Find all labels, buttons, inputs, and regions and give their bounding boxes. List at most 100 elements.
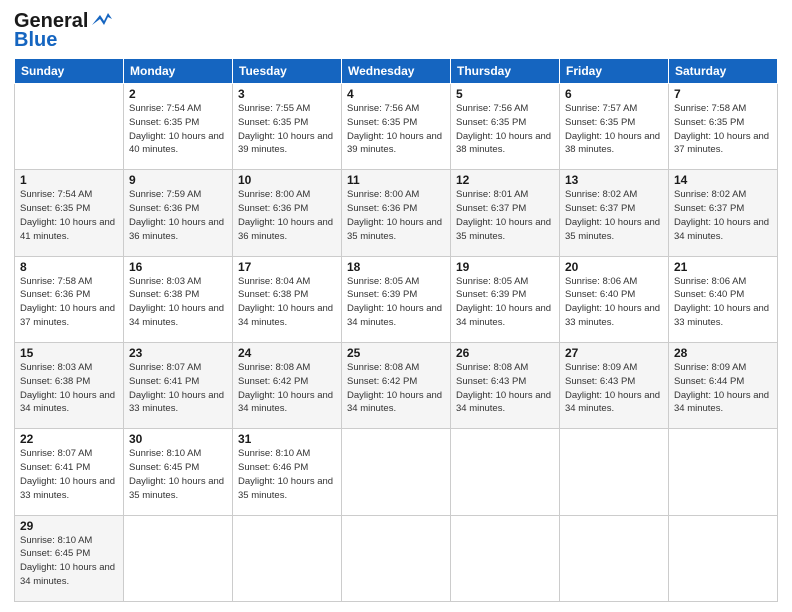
calendar-cell: 3 Sunrise: 7:55 AMSunset: 6:35 PMDayligh… [233,84,342,170]
day-number: 1 [20,173,118,187]
day-info: Sunrise: 8:06 AMSunset: 6:40 PMDaylight:… [674,276,769,328]
day-info: Sunrise: 8:10 AMSunset: 6:45 PMDaylight:… [20,535,115,587]
day-info: Sunrise: 8:08 AMSunset: 6:43 PMDaylight:… [456,362,551,414]
day-number: 23 [129,346,227,360]
day-number: 31 [238,432,336,446]
day-info: Sunrise: 7:58 AMSunset: 6:36 PMDaylight:… [20,276,115,328]
calendar: SundayMondayTuesdayWednesdayThursdayFrid… [14,58,778,602]
day-number: 29 [20,519,118,533]
day-number: 27 [565,346,663,360]
calendar-cell: 25 Sunrise: 8:08 AMSunset: 6:42 PMDaylig… [342,342,451,428]
calendar-cell: 17 Sunrise: 8:04 AMSunset: 6:38 PMDaylig… [233,256,342,342]
day-number: 17 [238,260,336,274]
day-number: 3 [238,87,336,101]
calendar-cell: 22 Sunrise: 8:07 AMSunset: 6:41 PMDaylig… [15,429,124,515]
calendar-cell: 20 Sunrise: 8:06 AMSunset: 6:40 PMDaylig… [560,256,669,342]
col-header-sunday: Sunday [15,59,124,84]
day-number: 12 [456,173,554,187]
day-number: 11 [347,173,445,187]
col-header-wednesday: Wednesday [342,59,451,84]
day-number: 9 [129,173,227,187]
day-info: Sunrise: 8:04 AMSunset: 6:38 PMDaylight:… [238,276,333,328]
day-number: 25 [347,346,445,360]
calendar-cell [342,515,451,601]
day-number: 28 [674,346,772,360]
calendar-cell: 23 Sunrise: 8:07 AMSunset: 6:41 PMDaylig… [124,342,233,428]
calendar-cell [560,429,669,515]
calendar-cell: 7 Sunrise: 7:58 AMSunset: 6:35 PMDayligh… [669,84,778,170]
day-number: 2 [129,87,227,101]
calendar-cell: 16 Sunrise: 8:03 AMSunset: 6:38 PMDaylig… [124,256,233,342]
calendar-cell: 26 Sunrise: 8:08 AMSunset: 6:43 PMDaylig… [451,342,560,428]
day-info: Sunrise: 8:05 AMSunset: 6:39 PMDaylight:… [456,276,551,328]
day-number: 14 [674,173,772,187]
day-info: Sunrise: 8:00 AMSunset: 6:36 PMDaylight:… [238,189,333,241]
calendar-cell: 28 Sunrise: 8:09 AMSunset: 6:44 PMDaylig… [669,342,778,428]
logo: General Blue [14,10,112,52]
calendar-cell: 12 Sunrise: 8:01 AMSunset: 6:37 PMDaylig… [451,170,560,256]
day-info: Sunrise: 8:01 AMSunset: 6:37 PMDaylight:… [456,189,551,241]
day-number: 19 [456,260,554,274]
calendar-cell: 14 Sunrise: 8:02 AMSunset: 6:37 PMDaylig… [669,170,778,256]
calendar-cell [669,429,778,515]
col-header-saturday: Saturday [669,59,778,84]
day-info: Sunrise: 8:07 AMSunset: 6:41 PMDaylight:… [20,448,115,500]
day-info: Sunrise: 8:02 AMSunset: 6:37 PMDaylight:… [674,189,769,241]
day-number: 18 [347,260,445,274]
day-number: 10 [238,173,336,187]
calendar-cell: 13 Sunrise: 8:02 AMSunset: 6:37 PMDaylig… [560,170,669,256]
calendar-cell: 30 Sunrise: 8:10 AMSunset: 6:45 PMDaylig… [124,429,233,515]
calendar-cell: 27 Sunrise: 8:09 AMSunset: 6:43 PMDaylig… [560,342,669,428]
day-info: Sunrise: 8:07 AMSunset: 6:41 PMDaylight:… [129,362,224,414]
calendar-cell: 19 Sunrise: 8:05 AMSunset: 6:39 PMDaylig… [451,256,560,342]
day-info: Sunrise: 8:09 AMSunset: 6:43 PMDaylight:… [565,362,660,414]
day-info: Sunrise: 8:03 AMSunset: 6:38 PMDaylight:… [20,362,115,414]
day-number: 4 [347,87,445,101]
day-info: Sunrise: 7:58 AMSunset: 6:35 PMDaylight:… [674,103,769,155]
calendar-cell: 31 Sunrise: 8:10 AMSunset: 6:46 PMDaylig… [233,429,342,515]
day-info: Sunrise: 7:56 AMSunset: 6:35 PMDaylight:… [347,103,442,155]
day-info: Sunrise: 7:56 AMSunset: 6:35 PMDaylight:… [456,103,551,155]
day-info: Sunrise: 8:09 AMSunset: 6:44 PMDaylight:… [674,362,769,414]
day-info: Sunrise: 8:10 AMSunset: 6:46 PMDaylight:… [238,448,333,500]
calendar-cell: 4 Sunrise: 7:56 AMSunset: 6:35 PMDayligh… [342,84,451,170]
day-info: Sunrise: 8:08 AMSunset: 6:42 PMDaylight:… [347,362,442,414]
day-number: 8 [20,260,118,274]
day-number: 15 [20,346,118,360]
logo-bird-icon [90,11,112,29]
day-info: Sunrise: 8:00 AMSunset: 6:36 PMDaylight:… [347,189,442,241]
logo-blue-text: Blue [14,29,57,52]
calendar-cell: 21 Sunrise: 8:06 AMSunset: 6:40 PMDaylig… [669,256,778,342]
calendar-cell: 2 Sunrise: 7:54 AMSunset: 6:35 PMDayligh… [124,84,233,170]
day-number: 5 [456,87,554,101]
col-header-friday: Friday [560,59,669,84]
calendar-cell [669,515,778,601]
day-number: 6 [565,87,663,101]
calendar-cell: 15 Sunrise: 8:03 AMSunset: 6:38 PMDaylig… [15,342,124,428]
day-info: Sunrise: 7:59 AMSunset: 6:36 PMDaylight:… [129,189,224,241]
col-header-thursday: Thursday [451,59,560,84]
calendar-cell [124,515,233,601]
day-number: 24 [238,346,336,360]
day-info: Sunrise: 8:03 AMSunset: 6:38 PMDaylight:… [129,276,224,328]
day-info: Sunrise: 8:10 AMSunset: 6:45 PMDaylight:… [129,448,224,500]
calendar-cell: 18 Sunrise: 8:05 AMSunset: 6:39 PMDaylig… [342,256,451,342]
day-info: Sunrise: 8:06 AMSunset: 6:40 PMDaylight:… [565,276,660,328]
calendar-cell: 6 Sunrise: 7:57 AMSunset: 6:35 PMDayligh… [560,84,669,170]
day-number: 13 [565,173,663,187]
calendar-cell [233,515,342,601]
col-header-tuesday: Tuesday [233,59,342,84]
calendar-cell [15,84,124,170]
day-info: Sunrise: 7:57 AMSunset: 6:35 PMDaylight:… [565,103,660,155]
calendar-cell [451,429,560,515]
day-number: 30 [129,432,227,446]
day-info: Sunrise: 8:02 AMSunset: 6:37 PMDaylight:… [565,189,660,241]
day-info: Sunrise: 8:08 AMSunset: 6:42 PMDaylight:… [238,362,333,414]
calendar-cell: 11 Sunrise: 8:00 AMSunset: 6:36 PMDaylig… [342,170,451,256]
calendar-cell: 24 Sunrise: 8:08 AMSunset: 6:42 PMDaylig… [233,342,342,428]
calendar-cell: 29 Sunrise: 8:10 AMSunset: 6:45 PMDaylig… [15,515,124,601]
day-info: Sunrise: 7:54 AMSunset: 6:35 PMDaylight:… [129,103,224,155]
calendar-cell: 5 Sunrise: 7:56 AMSunset: 6:35 PMDayligh… [451,84,560,170]
day-number: 22 [20,432,118,446]
calendar-cell: 8 Sunrise: 7:58 AMSunset: 6:36 PMDayligh… [15,256,124,342]
